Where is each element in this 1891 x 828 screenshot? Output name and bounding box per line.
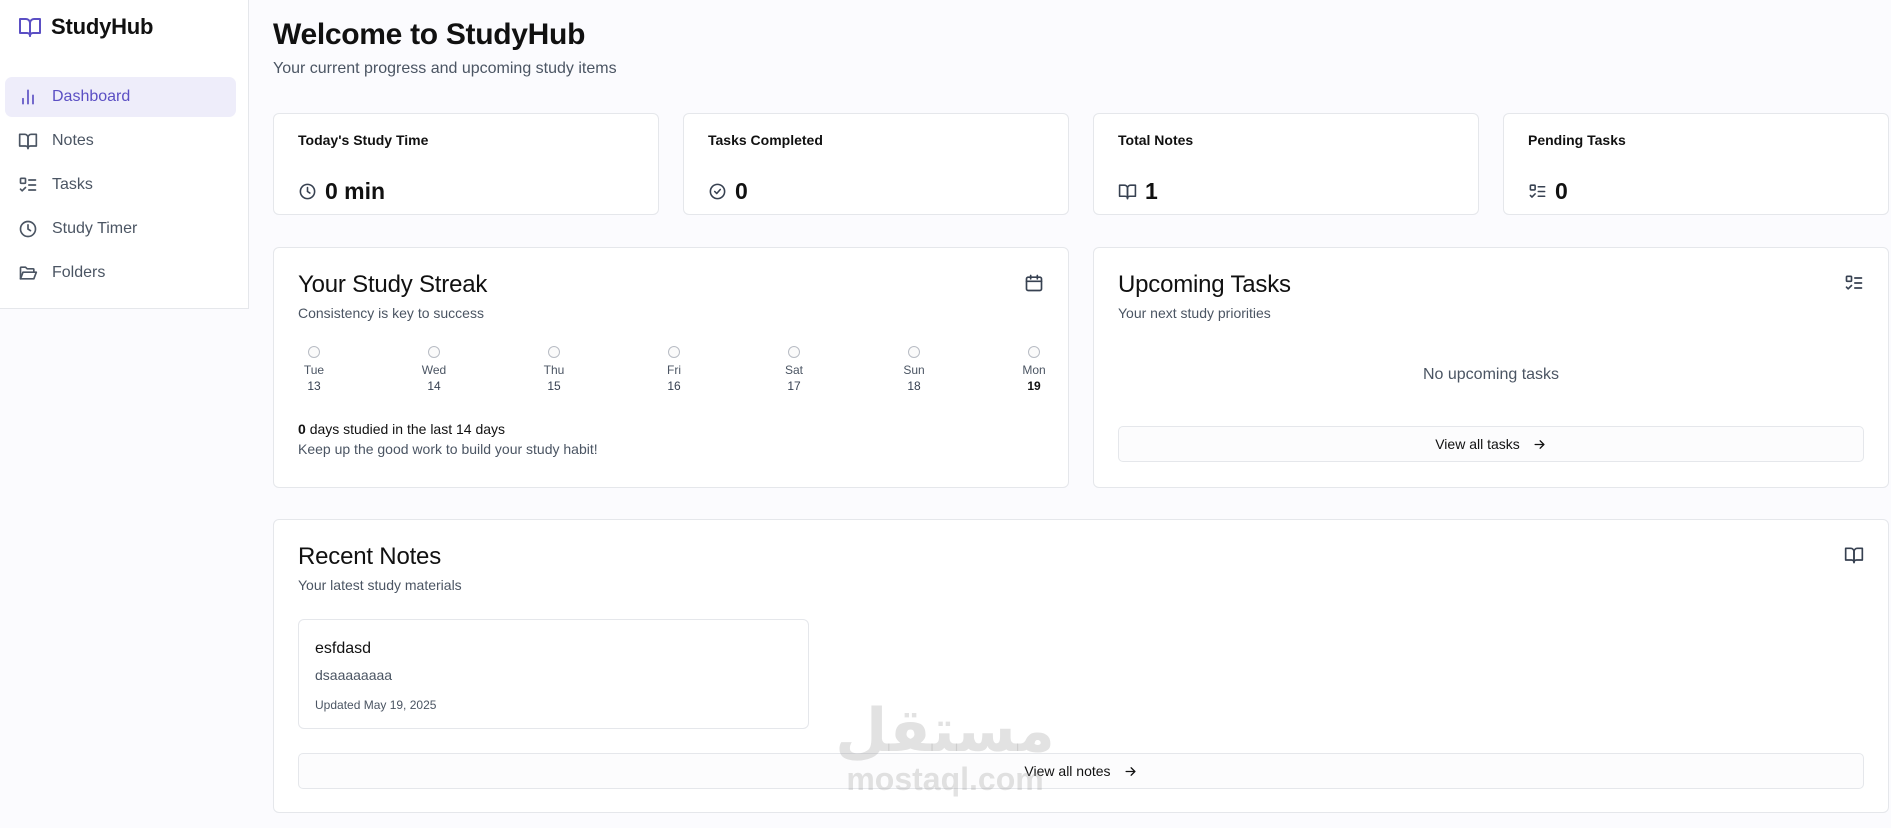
day-indicator: [908, 346, 920, 358]
streak-day: Fri 16: [654, 346, 694, 394]
stat-card-total-notes: Total Notes 1: [1093, 113, 1479, 215]
empty-tasks-message: No upcoming tasks: [1422, 366, 1560, 383]
upcoming-tasks-card: Upcoming Tasks Your next study prioritie…: [1093, 247, 1889, 488]
stat-card-tasks-completed: Tasks Completed 0: [683, 113, 1069, 215]
day-number: 18: [907, 379, 921, 393]
stat-label: Today's Study Time: [298, 132, 429, 148]
note-updated-date: Updated May 19, 2025: [315, 698, 437, 712]
app-name: StudyHub: [51, 14, 154, 39]
streak-day: Sat 17: [774, 346, 814, 394]
day-name: Thu: [543, 363, 565, 377]
upcoming-title: Upcoming Tasks: [1118, 271, 1291, 298]
sidebar: StudyHub Dashboard Notes Tasks Study Tim…: [0, 0, 249, 309]
main-content: Welcome to StudyHub Your current progres…: [273, 0, 1891, 828]
sidebar-item-notes[interactable]: Notes: [5, 121, 236, 161]
view-all-tasks-button[interactable]: View all tasks: [1118, 426, 1864, 462]
sidebar-item-label: Study Timer: [52, 220, 138, 237]
arrow-right-icon: [1123, 764, 1138, 779]
folder-open-icon: [18, 263, 38, 283]
stat-value: 0: [735, 178, 748, 204]
sidebar-item-label: Dashboard: [52, 88, 131, 105]
stat-label: Tasks Completed: [708, 132, 823, 148]
day-number: 15: [547, 379, 561, 393]
stat-label: Total Notes: [1118, 132, 1194, 148]
list-checks-icon: [1844, 273, 1864, 293]
streak-summary: 0 days studied in the last 14 days: [298, 421, 505, 437]
streak-encouragement: Keep up the good work to build your stud…: [298, 441, 598, 457]
day-indicator: [1028, 346, 1040, 358]
list-checks-icon: [1528, 182, 1547, 201]
sidebar-nav: Dashboard Notes Tasks Study Timer Folder…: [5, 77, 236, 297]
clock-icon: [18, 219, 38, 239]
day-number: 13: [307, 379, 321, 393]
sidebar-item-study-timer[interactable]: Study Timer: [5, 209, 236, 249]
day-name: Mon: [1022, 363, 1046, 377]
check-circle-icon: [708, 182, 727, 201]
stat-card-pending-tasks: Pending Tasks 0: [1503, 113, 1889, 215]
book-icon: [1844, 545, 1864, 565]
upcoming-subtitle: Your next study priorities: [1118, 305, 1271, 321]
note-preview: dsaaaaaaaa: [315, 667, 393, 683]
note-title: esfdasd: [315, 640, 372, 657]
study-streak-card: Your Study Streak Consistency is key to …: [273, 247, 1069, 488]
page-subtitle: Your current progress and upcoming study…: [273, 60, 617, 77]
day-indicator: [668, 346, 680, 358]
streak-count: 0: [298, 421, 306, 437]
day-indicator: [548, 346, 560, 358]
day-indicator: [428, 346, 440, 358]
arrow-right-icon: [1532, 437, 1547, 452]
recent-notes-card: Recent Notes Your latest study materials…: [273, 519, 1889, 813]
sidebar-item-label: Folders: [52, 264, 106, 281]
day-name: Sun: [903, 363, 925, 377]
day-name: Wed: [421, 363, 447, 377]
day-number: 17: [787, 379, 801, 393]
stat-value: 0 min: [325, 178, 386, 204]
streak-subtitle: Consistency is key to success: [298, 305, 484, 321]
clock-icon: [298, 182, 317, 201]
streak-day: Thu 15: [534, 346, 574, 394]
page-title: Welcome to StudyHub: [273, 18, 586, 51]
streak-day-today: Mon 19: [1014, 346, 1054, 394]
day-number: 16: [667, 379, 681, 393]
calendar-icon: [1024, 273, 1044, 293]
note-card[interactable]: esfdasd dsaaaaaaaa Updated May 19, 2025: [298, 619, 809, 729]
streak-days: Tue 13 Wed 14 Thu 15 Fri 16 Sat 17 Sun 1…: [294, 346, 1054, 394]
stat-value: 0: [1555, 178, 1568, 204]
day-name: Fri: [667, 363, 681, 377]
streak-day: Tue 13: [294, 346, 334, 394]
brand[interactable]: StudyHub: [18, 14, 153, 40]
sidebar-item-tasks[interactable]: Tasks: [5, 165, 236, 205]
recent-notes-subtitle: Your latest study materials: [298, 577, 462, 593]
button-label: View all tasks: [1435, 436, 1520, 452]
stat-value: 1: [1145, 178, 1158, 204]
streak-day: Wed 14: [414, 346, 454, 394]
book-icon: [18, 15, 42, 39]
book-icon: [18, 131, 38, 151]
streak-count-text: days studied in the last 14 days: [309, 421, 506, 437]
bar-chart-icon: [18, 87, 38, 107]
view-all-notes-button[interactable]: View all notes: [298, 753, 1864, 789]
day-indicator: [788, 346, 800, 358]
day-name: Tue: [303, 363, 325, 377]
sidebar-item-folders[interactable]: Folders: [5, 253, 236, 293]
list-checks-icon: [18, 175, 38, 195]
sidebar-item-dashboard[interactable]: Dashboard: [5, 77, 236, 117]
sidebar-item-label: Notes: [52, 132, 94, 149]
stat-card-study-time: Today's Study Time 0 min: [273, 113, 659, 215]
recent-notes-title: Recent Notes: [298, 543, 442, 570]
button-label: View all notes: [1024, 763, 1111, 779]
sidebar-item-label: Tasks: [52, 176, 93, 193]
day-name: Sat: [784, 363, 803, 377]
day-number: 19: [1027, 379, 1041, 393]
book-icon: [1118, 182, 1137, 201]
streak-title: Your Study Streak: [298, 271, 488, 298]
day-number: 14: [427, 379, 441, 393]
streak-day: Sun 18: [894, 346, 934, 394]
day-indicator: [308, 346, 320, 358]
stat-label: Pending Tasks: [1528, 132, 1626, 148]
